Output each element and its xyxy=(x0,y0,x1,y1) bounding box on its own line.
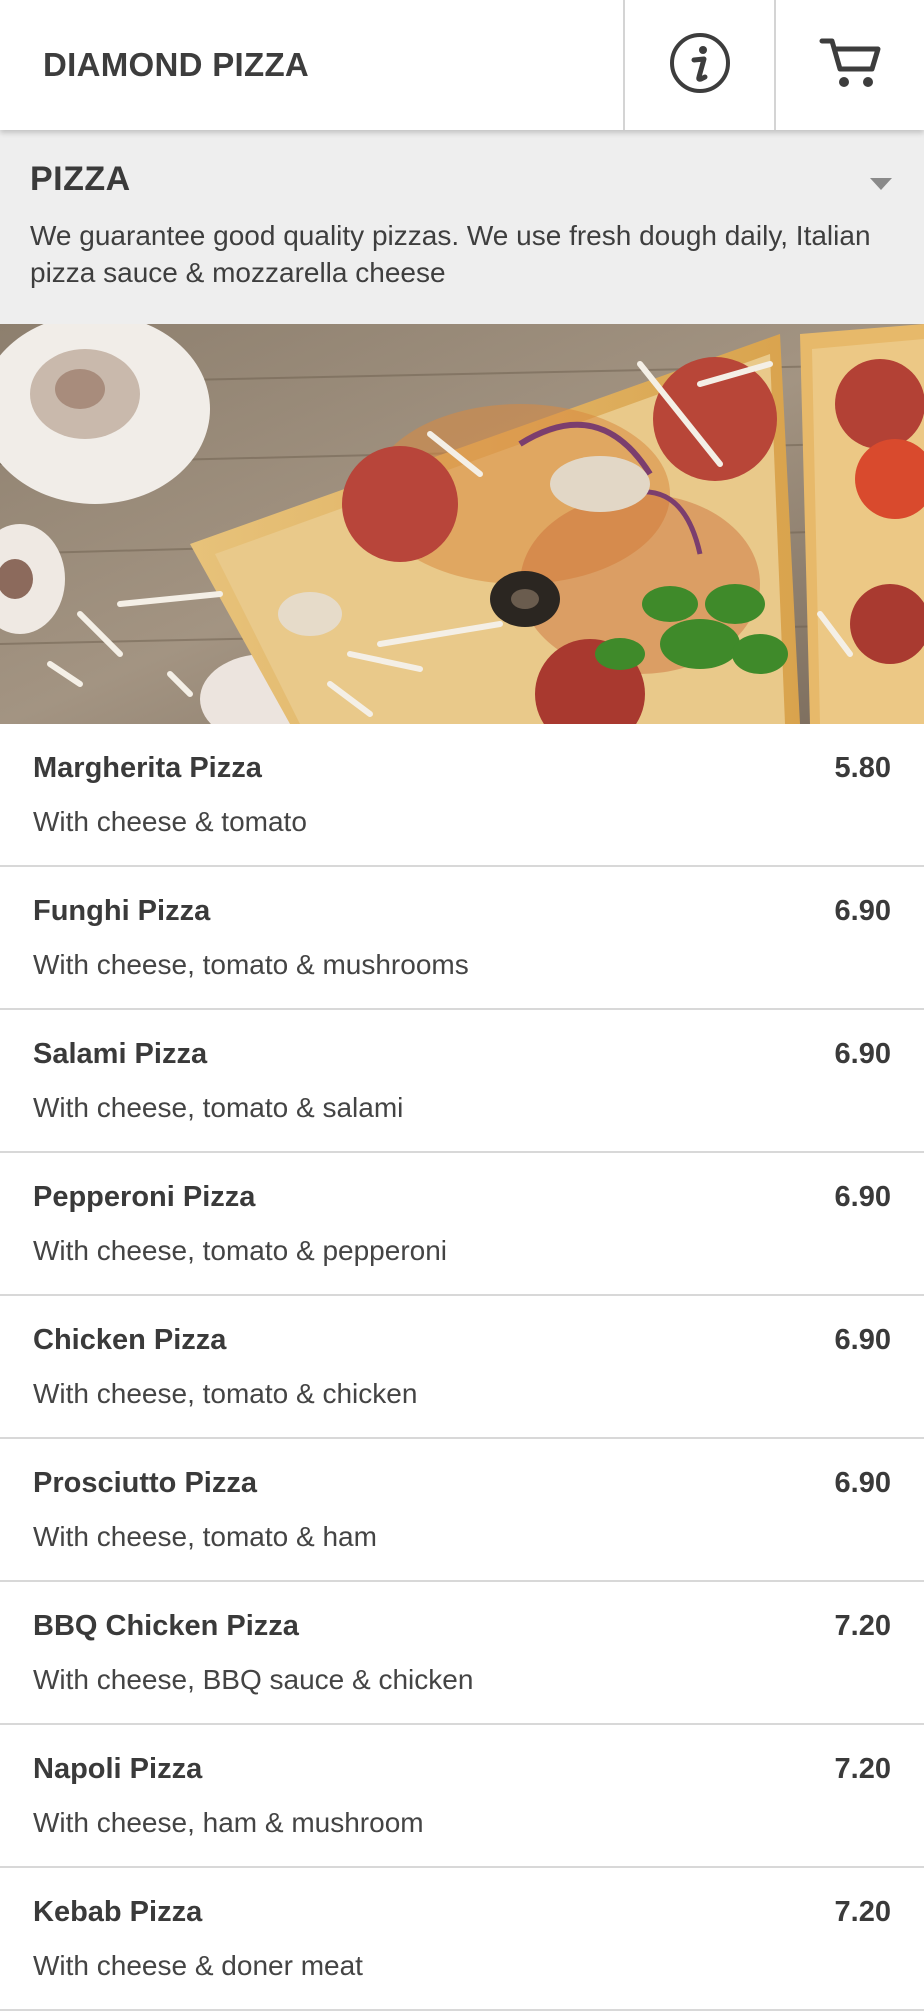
category-panel: PIZZA We guarantee good quality pizzas. … xyxy=(0,130,924,324)
category-hero-image xyxy=(0,324,924,724)
brand-title[interactable]: DIAMOND PIZZA xyxy=(0,0,623,130)
item-name: Chicken Pizza xyxy=(33,1324,227,1356)
menu-item[interactable]: Napoli Pizza 7.20 With cheese, ham & mus… xyxy=(0,1725,924,1868)
item-description: With cheese, tomato & chicken xyxy=(33,1378,418,1409)
item-name: Kebab Pizza xyxy=(33,1896,203,1928)
item-description: With cheese, tomato & pepperoni xyxy=(33,1235,448,1266)
item-description: With cheese, tomato & ham xyxy=(33,1521,377,1552)
collapse-caret-icon[interactable] xyxy=(870,178,892,190)
item-description: With cheese & tomato xyxy=(33,806,307,837)
item-price: 6.90 xyxy=(834,1038,891,1070)
item-price: 6.90 xyxy=(834,1181,891,1213)
menu-item[interactable]: BBQ Chicken Pizza 7.20 With cheese, BBQ … xyxy=(0,1582,924,1725)
info-icon xyxy=(668,31,732,100)
menu-item[interactable]: Pepperoni Pizza 6.90 With cheese, tomato… xyxy=(0,1153,924,1296)
item-price: 6.90 xyxy=(834,895,891,927)
item-name: Salami Pizza xyxy=(33,1038,208,1070)
cart-button[interactable] xyxy=(774,0,924,130)
item-price: 7.20 xyxy=(834,1896,891,1928)
menu-item[interactable]: Chicken Pizza 6.90 With cheese, tomato &… xyxy=(0,1296,924,1439)
item-description: With cheese & doner meat xyxy=(33,1950,363,1981)
item-name: Pepperoni Pizza xyxy=(33,1181,256,1213)
category-title[interactable]: PIZZA xyxy=(30,160,894,199)
item-price: 7.20 xyxy=(834,1753,891,1785)
item-name: Prosciutto Pizza xyxy=(33,1467,257,1499)
item-price: 7.20 xyxy=(834,1610,891,1642)
menu-item[interactable]: Salami Pizza 6.90 With cheese, tomato & … xyxy=(0,1010,924,1153)
item-price: 6.90 xyxy=(834,1324,891,1356)
app-header: DIAMOND PIZZA xyxy=(0,0,924,130)
item-price: 5.80 xyxy=(834,752,891,784)
item-name: Margherita Pizza xyxy=(33,752,262,784)
menu-list: Margherita Pizza 5.80 With cheese & toma… xyxy=(0,724,924,2011)
item-name: BBQ Chicken Pizza xyxy=(33,1610,299,1642)
item-description: With cheese, ham & mushroom xyxy=(33,1807,424,1838)
item-description: With cheese, tomato & mushrooms xyxy=(33,949,469,980)
item-description: With cheese, tomato & salami xyxy=(33,1092,404,1123)
item-description: With cheese, BBQ sauce & chicken xyxy=(33,1664,474,1695)
menu-item[interactable]: Kebab Pizza 7.20 With cheese & doner mea… xyxy=(0,1868,924,2011)
category-description: We guarantee good quality pizzas. We use… xyxy=(30,220,871,288)
item-price: 6.90 xyxy=(834,1467,891,1499)
menu-item[interactable]: Prosciutto Pizza 6.90 With cheese, tomat… xyxy=(0,1439,924,1582)
menu-item[interactable]: Funghi Pizza 6.90 With cheese, tomato & … xyxy=(0,867,924,1010)
item-name: Funghi Pizza xyxy=(33,895,211,927)
menu-item[interactable]: Margherita Pizza 5.80 With cheese & toma… xyxy=(0,724,924,867)
item-name: Napoli Pizza xyxy=(33,1753,203,1785)
cart-icon xyxy=(818,35,882,96)
info-button[interactable] xyxy=(623,0,774,130)
